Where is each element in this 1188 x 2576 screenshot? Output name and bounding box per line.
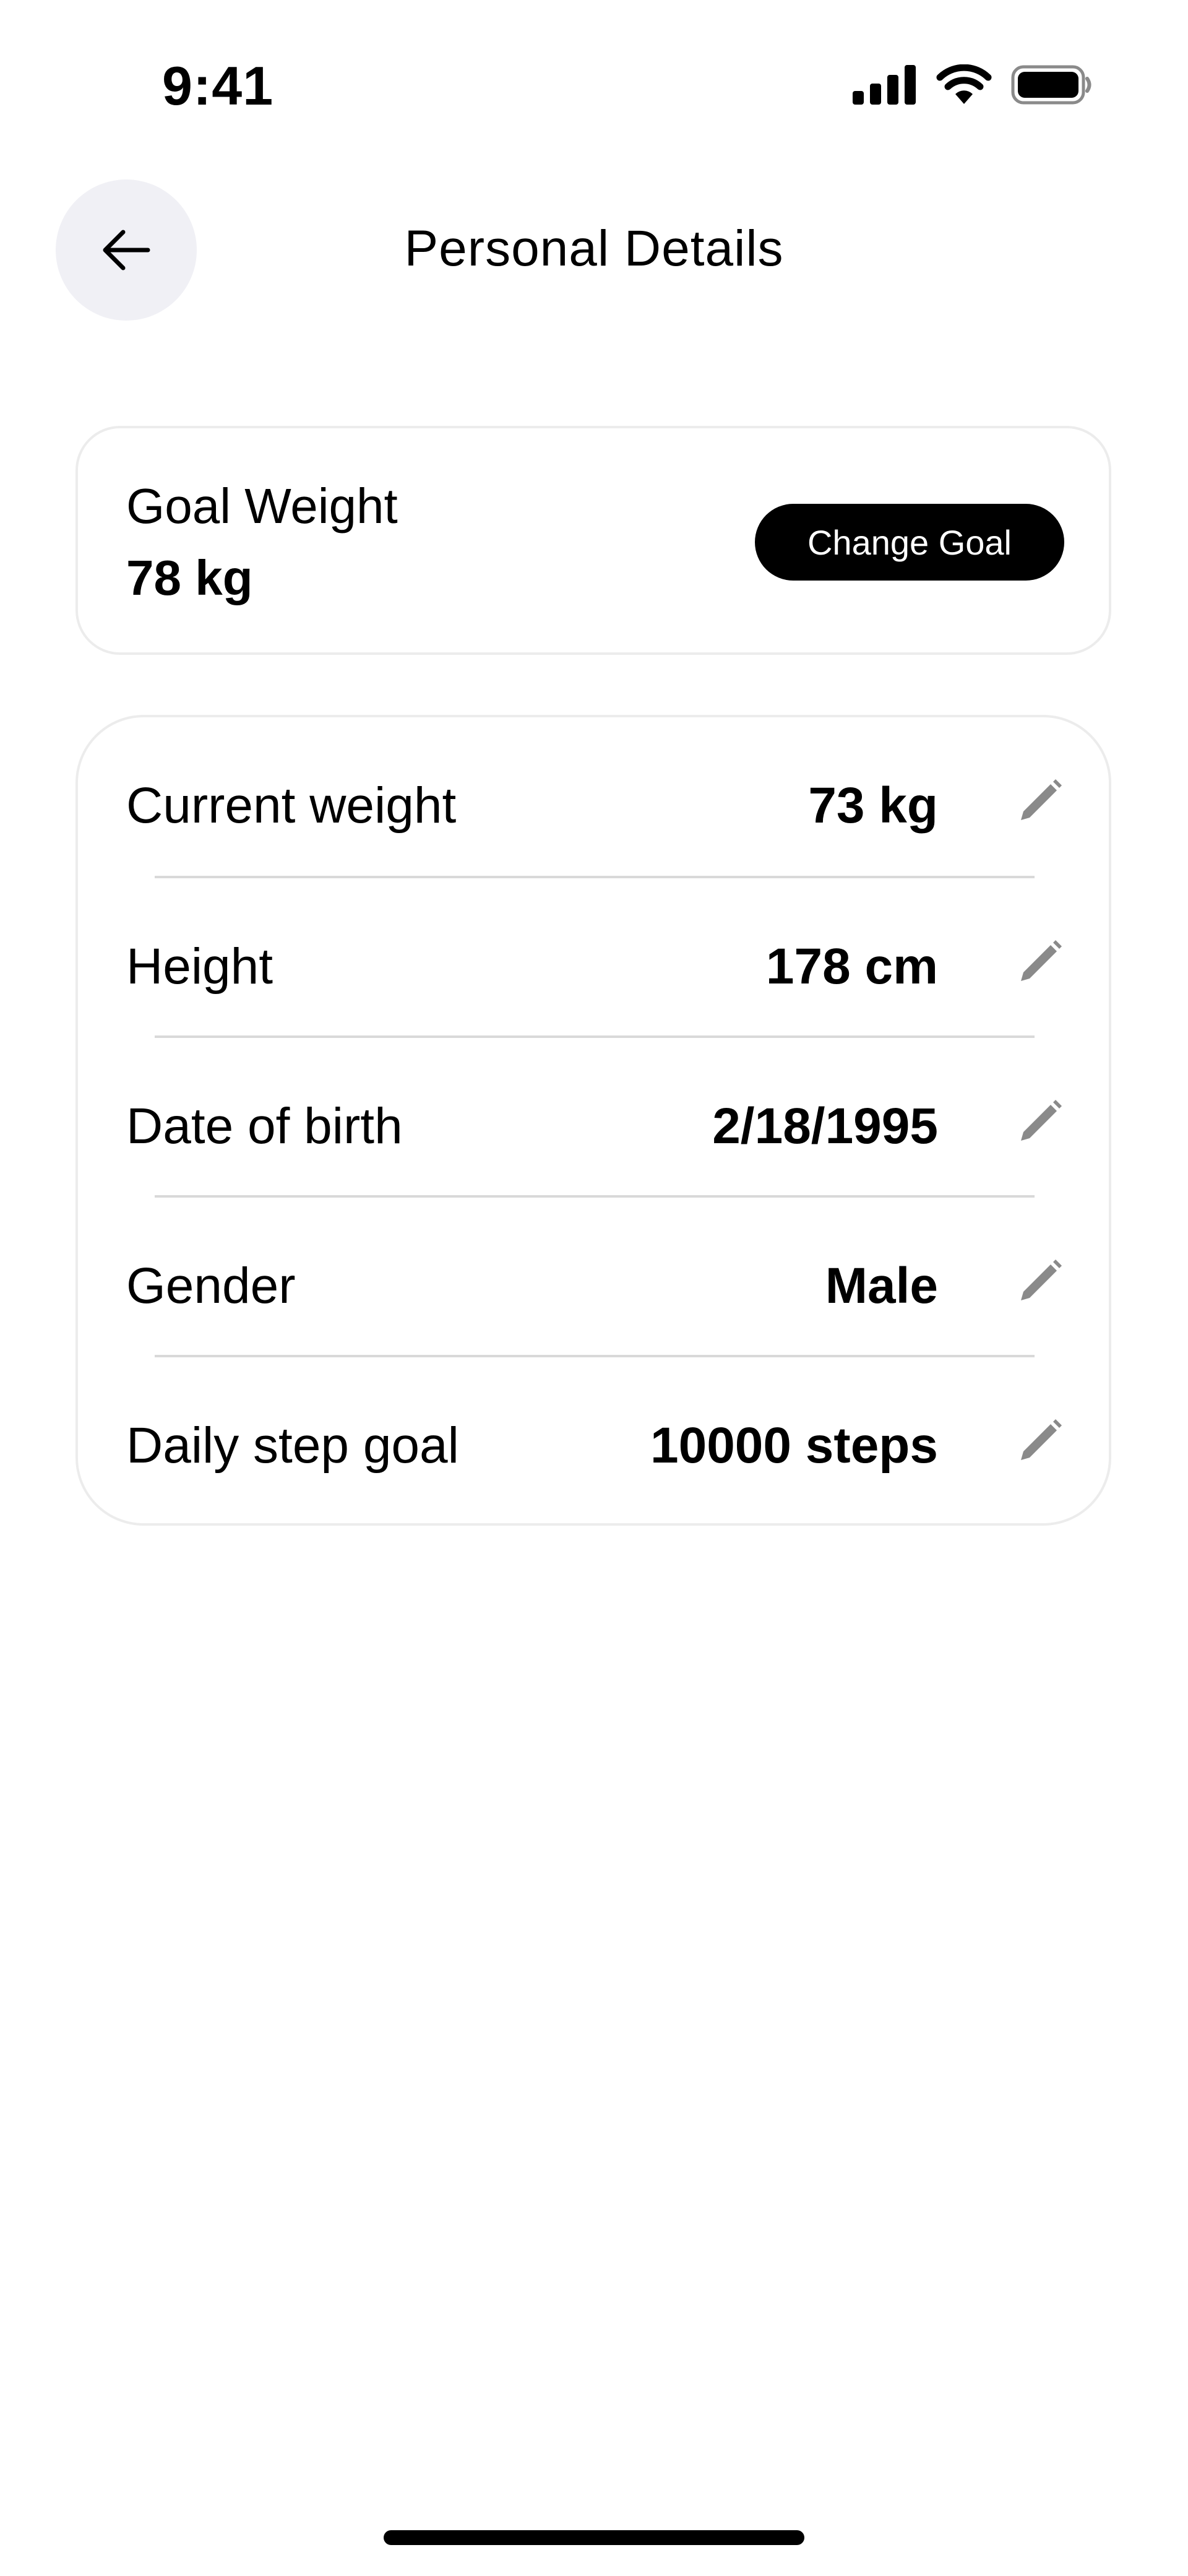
detail-label: Daily step goal xyxy=(126,1417,459,1474)
goal-weight-value: 78 kg xyxy=(126,550,253,605)
detail-row-gender[interactable]: Gender Male xyxy=(78,1198,1109,1356)
change-goal-button[interactable]: Change Goal xyxy=(755,504,1064,581)
goal-weight-card: Goal Weight 78 kg Change Goal xyxy=(75,426,1111,655)
status-bar: 9:41 xyxy=(0,0,1188,142)
detail-label: Gender xyxy=(126,1258,296,1314)
status-icons xyxy=(853,64,1093,105)
wifi-icon xyxy=(936,64,992,104)
detail-value: 10000 steps xyxy=(650,1417,938,1474)
detail-label: Current weight xyxy=(126,777,457,834)
detail-value: Male xyxy=(825,1258,938,1314)
detail-row-current-weight[interactable]: Current weight 73 kg xyxy=(78,717,1109,876)
detail-value: 73 kg xyxy=(808,777,938,834)
pencil-icon[interactable] xyxy=(1016,777,1063,824)
pencil-icon[interactable] xyxy=(1016,1417,1063,1464)
cellular-signal-icon xyxy=(853,65,916,105)
pencil-icon[interactable] xyxy=(1016,938,1063,985)
personal-details-screen: 9:41 Personal Details Goal Weight 78 kg … xyxy=(0,0,1188,2576)
battery-icon xyxy=(1011,65,1091,105)
detail-row-height[interactable]: Height 178 cm xyxy=(78,878,1109,1037)
goal-weight-label: Goal Weight xyxy=(126,478,398,534)
pencil-icon[interactable] xyxy=(1016,1097,1063,1144)
detail-value: 2/18/1995 xyxy=(712,1098,938,1154)
pencil-icon[interactable] xyxy=(1016,1257,1063,1304)
detail-row-daily-step-goal[interactable]: Daily step goal 10000 steps xyxy=(78,1357,1109,1516)
detail-label: Date of birth xyxy=(126,1098,403,1154)
home-indicator[interactable] xyxy=(384,2530,804,2545)
page-title: Personal Details xyxy=(404,220,784,277)
detail-row-date-of-birth[interactable]: Date of birth 2/18/1995 xyxy=(78,1038,1109,1196)
detail-value: 178 cm xyxy=(765,938,938,995)
personal-details-card: Current weight 73 kg Height 178 cm Date … xyxy=(75,715,1111,1526)
detail-label: Height xyxy=(126,938,273,995)
status-time: 9:41 xyxy=(162,55,274,116)
